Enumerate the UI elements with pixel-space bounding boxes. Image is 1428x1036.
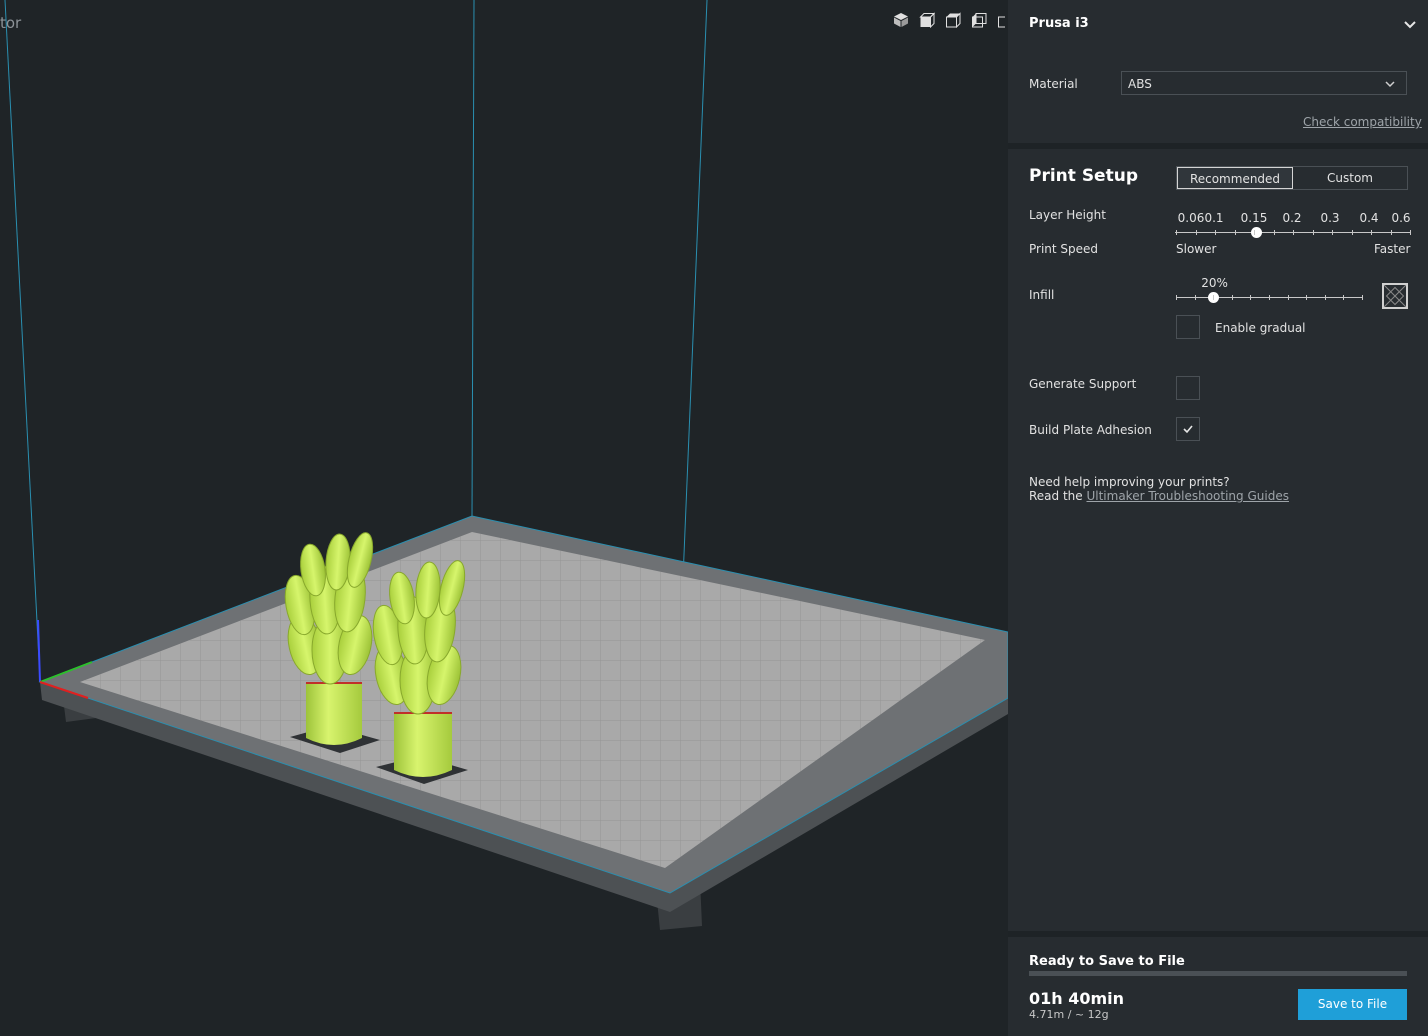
- material-label: Material: [1029, 77, 1078, 91]
- material-usage: 4.71m / ~ 12g: [1029, 1008, 1109, 1021]
- printer-selector[interactable]: Prusa i3: [1029, 16, 1089, 31]
- 3d-viewport[interactable]: tor: [0, 0, 1008, 1036]
- view-mode-toolbar: [893, 12, 1005, 29]
- layer-height-tick: [1235, 230, 1236, 235]
- settings-sidebar: Prusa i3 Material ABS Check compatibilit…: [1008, 0, 1428, 1036]
- print-setup-title: Print Setup: [1029, 166, 1138, 186]
- infill-tick: [1343, 295, 1344, 300]
- help-prefix: Read the: [1029, 489, 1087, 503]
- layer-height-tick-label: 0.2: [1282, 211, 1302, 225]
- material-dropdown[interactable]: ABS: [1121, 71, 1407, 95]
- layer-height-label: Layer Height: [1029, 208, 1106, 222]
- tab-custom[interactable]: Custom: [1293, 167, 1407, 189]
- infill-label: Infill: [1029, 288, 1055, 302]
- setup-mode-toggle: Recommended Custom: [1176, 166, 1408, 190]
- print-setup-panel: Print Setup Recommended Custom Layer Hei…: [1008, 149, 1428, 931]
- build-plate-adhesion-checkbox[interactable]: [1176, 417, 1200, 441]
- viewport-title-fragment: tor: [0, 14, 22, 32]
- infill-tick: [1250, 295, 1251, 300]
- infill-pattern-icon: [1382, 283, 1408, 309]
- layer-height-tick: [1391, 230, 1392, 235]
- infill-tick: [1306, 295, 1307, 300]
- left-view-icon[interactable]: [971, 12, 987, 28]
- front-view-icon[interactable]: [919, 12, 936, 29]
- layer-height-tick-label: 0.6: [1391, 211, 1411, 225]
- build-plate-adhesion-label: Build Plate Adhesion: [1029, 423, 1152, 437]
- tab-recommended[interactable]: Recommended: [1177, 167, 1293, 189]
- print-speed-label: Print Speed: [1029, 242, 1099, 256]
- layer-height-tick: [1254, 230, 1255, 235]
- 3d-view-icon[interactable]: [893, 12, 909, 28]
- troubleshooting-help: Need help improving your prints? Read th…: [1029, 475, 1289, 503]
- generate-support-checkbox[interactable]: [1176, 376, 1200, 400]
- save-status: Ready to Save to File: [1029, 954, 1185, 969]
- layer-height-tick: [1313, 230, 1314, 235]
- slice-progress-bar: [1029, 971, 1407, 976]
- infill-tick: [1213, 295, 1214, 300]
- build-volume-scene: [4, 0, 1008, 930]
- generate-support-label: Generate Support: [1029, 377, 1137, 391]
- enable-gradual-label: Enable gradual: [1215, 321, 1306, 335]
- print-time: 01h 40min: [1029, 989, 1125, 1008]
- check-compatibility-link[interactable]: Check compatibility: [1303, 115, 1422, 129]
- layer-height-tick-label: 0.3: [1320, 211, 1340, 225]
- infill-tick: [1176, 295, 1177, 300]
- layer-height-tick: [1352, 230, 1353, 235]
- speed-faster-label: Faster: [1374, 242, 1411, 256]
- top-view-icon[interactable]: [945, 12, 961, 29]
- infill-tick: [1195, 295, 1196, 300]
- layer-height-tick: [1410, 230, 1411, 235]
- infill-value: 20%: [1201, 276, 1228, 290]
- speed-slower-label: Slower: [1176, 242, 1217, 256]
- infill-tick: [1232, 295, 1233, 300]
- right-view-icon[interactable]: [997, 12, 1005, 28]
- layer-height-slider-handle[interactable]: [1251, 227, 1262, 238]
- infill-tick: [1288, 295, 1289, 300]
- save-panel: Ready to Save to File 01h 40min 4.71m / …: [1008, 937, 1428, 1036]
- layer-height-tick: [1176, 230, 1177, 235]
- layer-height-tick-label: 0.15: [1240, 211, 1268, 225]
- layer-height-tick-label: 0.06: [1177, 211, 1205, 225]
- layer-height-tick: [1274, 230, 1275, 235]
- layer-height-tick: [1293, 230, 1294, 235]
- chevron-down-icon[interactable]: [1402, 16, 1418, 32]
- infill-tick: [1325, 295, 1326, 300]
- enable-gradual-checkbox[interactable]: [1176, 315, 1200, 339]
- infill-tick: [1269, 295, 1270, 300]
- chevron-down-icon: [1385, 81, 1395, 88]
- checkmark-icon: [1183, 425, 1193, 434]
- troubleshooting-guides-link[interactable]: Ultimaker Troubleshooting Guides: [1086, 489, 1288, 503]
- layer-height-tick: [1215, 230, 1216, 235]
- layer-height-tick: [1371, 230, 1372, 235]
- help-line: Need help improving your prints?: [1029, 475, 1230, 489]
- machine-panel: Prusa i3 Material ABS Check compatibilit…: [1008, 0, 1428, 143]
- layer-height-tick: [1332, 230, 1333, 235]
- save-to-file-button[interactable]: Save to File: [1298, 989, 1407, 1020]
- infill-tick: [1362, 295, 1363, 300]
- material-value: ABS: [1128, 77, 1152, 91]
- layer-height-tick: [1196, 230, 1197, 235]
- layer-height-tick-label: 0.4: [1359, 211, 1379, 225]
- layer-height-tick-label: 0.1: [1204, 211, 1224, 225]
